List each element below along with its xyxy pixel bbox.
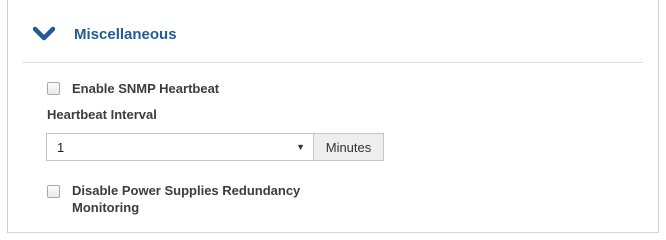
power-supplies-label-line1: Disable Power Supplies Redundancy bbox=[72, 183, 301, 198]
dropdown-arrow-icon[interactable]: ▼ bbox=[296, 142, 305, 152]
snmp-heartbeat-checkbox[interactable] bbox=[47, 82, 60, 95]
section-header[interactable]: Miscellaneous bbox=[23, 0, 643, 63]
power-supplies-redundancy-label: Disable Power Supplies Redundancy Monito… bbox=[72, 182, 300, 216]
power-supplies-row[interactable]: Disable Power Supplies Redundancy Monito… bbox=[47, 182, 300, 216]
heartbeat-interval-label: Heartbeat Interval bbox=[47, 107, 157, 122]
snmp-heartbeat-label: Enable SNMP Heartbeat bbox=[72, 81, 220, 96]
heartbeat-interval-unit: Minutes bbox=[313, 133, 384, 161]
heartbeat-interval-value: 1 bbox=[57, 139, 65, 155]
power-supplies-label-line2: Monitoring bbox=[72, 200, 140, 215]
power-supplies-redundancy-checkbox[interactable] bbox=[47, 185, 60, 198]
snmp-heartbeat-row[interactable]: Enable SNMP Heartbeat bbox=[47, 81, 219, 96]
heartbeat-interval-select[interactable]: 1 ▼ bbox=[46, 133, 314, 161]
section-title: Miscellaneous bbox=[74, 25, 177, 43]
chevron-down-icon[interactable] bbox=[33, 26, 55, 42]
